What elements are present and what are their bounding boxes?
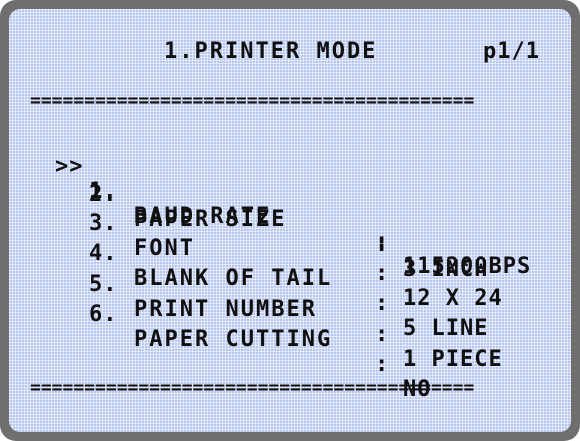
menu-item-paper-cutting[interactable]: 6. PAPER CUTTING : NO	[9, 277, 571, 402]
menu-item-number: 6.	[89, 302, 118, 327]
menu-item-value: 5 LINE	[403, 316, 489, 341]
menu-item-value: 1 PIECE	[403, 347, 503, 372]
bottom-divider: ========================================…	[30, 379, 475, 397]
menu-item-print-number[interactable]: 5. PRINT NUMBER : 1 PIECE	[9, 247, 571, 372]
printer-mode-screen: 1.PRINTER MODE p1/1 ====================…	[9, 9, 571, 432]
page-title: 1.PRINTER MODE	[164, 39, 378, 64]
menu-item-separator: :	[375, 322, 390, 347]
menu-item-blank-of-tail[interactable]: 4. BLANK OF TAIL : 5 LINE	[9, 216, 571, 341]
page-indicator: p1/1	[483, 39, 540, 64]
menu-item-label: PAPER CUTTING	[134, 327, 333, 352]
device-bezel: 1.PRINTER MODE p1/1 ====================…	[0, 0, 580, 441]
menu-item-baud-rate[interactable]: >> 1. BAUD RATE : 115200BPS	[9, 129, 571, 279]
menu-item-font[interactable]: 3. FONT : 12 X 24	[9, 186, 571, 311]
menu-item-paper-size[interactable]: 2. PAPER SIZE : 3 INCH	[9, 157, 571, 282]
top-divider: ========================================…	[30, 92, 475, 110]
menu-item-separator: :	[375, 352, 390, 377]
